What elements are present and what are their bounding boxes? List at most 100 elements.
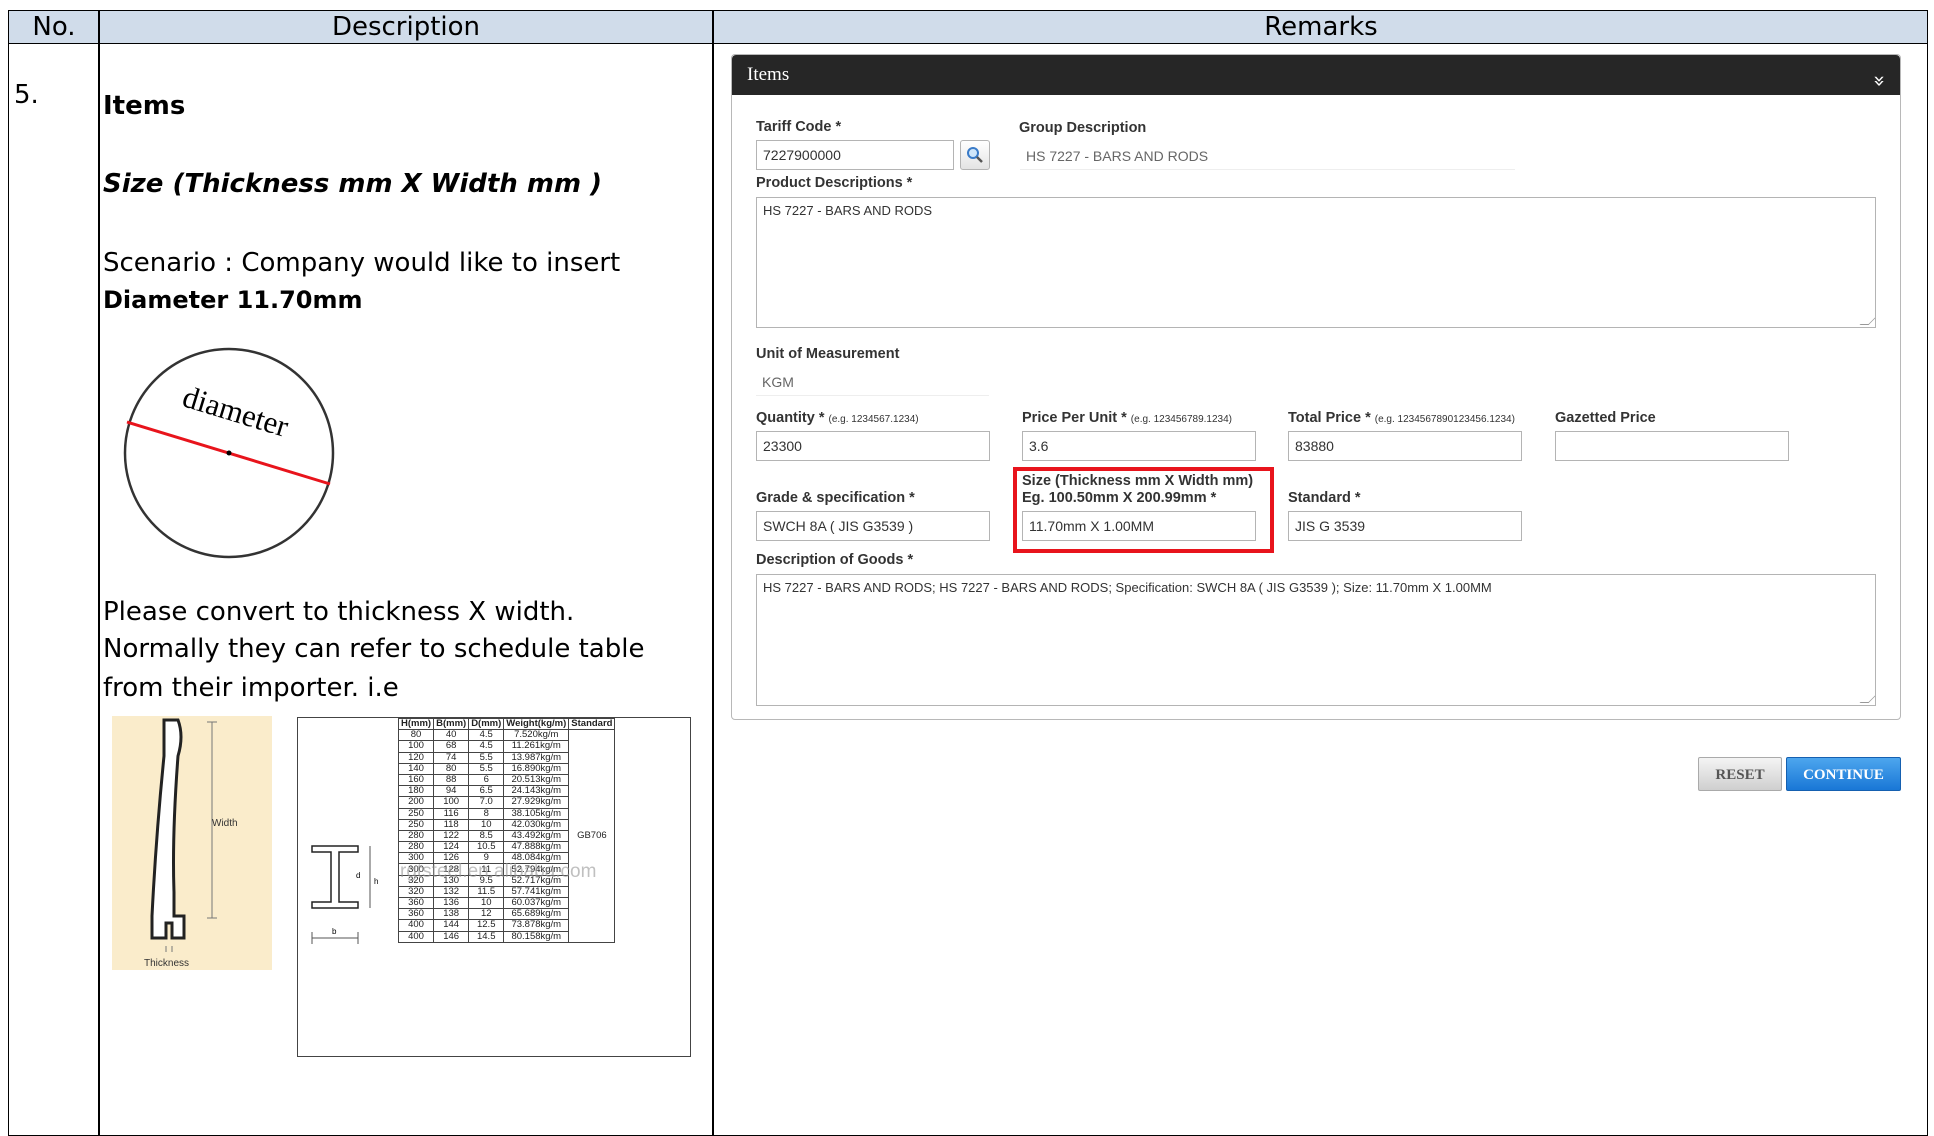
continue-button[interactable]: CONTINUE: [1786, 757, 1901, 791]
note-line-1: Please convert to thickness X width.: [103, 597, 575, 627]
svg-text:b: b: [332, 927, 337, 936]
table-cell: 140: [397, 762, 435, 775]
resize-grip-icon[interactable]: [1859, 694, 1875, 703]
table-cell: 118: [433, 818, 470, 831]
table-cell: 200: [397, 796, 435, 809]
table-cell: 360: [397, 896, 435, 910]
schedule-header-cell: D(mm): [468, 718, 505, 731]
search-button[interactable]: [960, 140, 990, 170]
standard-input[interactable]: JIS G 3539: [1288, 511, 1522, 541]
table-cell: 160: [397, 773, 435, 787]
reset-button[interactable]: RESET: [1698, 757, 1782, 791]
table-cell: 80: [433, 762, 470, 775]
panel-title: Items »: [732, 55, 1900, 95]
schedule-header-cell: B(mm): [433, 718, 470, 731]
table-cell: 400: [397, 930, 435, 943]
table-cell: 180: [397, 785, 435, 798]
table-cell: 400: [397, 919, 435, 932]
table-cell: 94: [433, 785, 470, 798]
description-of-goods-label: Description of Goods *: [756, 552, 914, 568]
tariff-code-input[interactable]: 7227900000: [756, 140, 954, 170]
total-price-input[interactable]: 83880: [1288, 431, 1522, 461]
table-cell: 73.878kg/m: [503, 919, 570, 932]
group-description-label: Group Description: [1019, 120, 1147, 136]
row-title: Items: [103, 91, 186, 121]
note-line-2: Normally they can refer to schedule tabl…: [103, 634, 645, 664]
table-cell: 6.5: [468, 785, 505, 798]
product-descriptions-textarea[interactable]: HS 7227 - BARS AND RODS: [756, 197, 1876, 328]
collapse-chevron-icon[interactable]: »: [1860, 75, 1900, 87]
table-cell: 120: [397, 751, 435, 764]
table-cell: 43.492kg/m: [503, 829, 570, 843]
header-description: Description: [331, 12, 481, 42]
table-cell: 124: [433, 841, 470, 854]
table-cell: 122: [433, 829, 470, 843]
table-cell: 144: [433, 919, 470, 932]
table-cell: 27.929kg/m: [503, 796, 570, 809]
size-highlight-box: [1013, 467, 1274, 553]
table-cell: 8.5: [468, 829, 505, 843]
svg-text:d: d: [356, 871, 360, 880]
description-of-goods-textarea[interactable]: HS 7227 - BARS AND RODS; HS 7227 - BARS …: [756, 574, 1876, 706]
schedule-header-cell: Weight(kg/m): [503, 718, 570, 731]
product-descriptions-label: Product Descriptions *: [756, 175, 913, 191]
profile-width-label: Width: [212, 818, 238, 829]
table-cell: 80.158kg/m: [503, 930, 570, 943]
table-cell: 6: [468, 773, 505, 787]
table-cell: 10.5: [468, 841, 505, 854]
table-cell: 68: [433, 740, 470, 753]
quantity-input[interactable]: 23300: [756, 431, 990, 461]
table-cell: 250: [397, 818, 435, 831]
table-cell: 10: [468, 896, 505, 910]
row-subtitle: Size (Thickness mm X Width mm ): [103, 169, 602, 199]
table-cell: 250: [397, 807, 435, 820]
table-cell: 80: [397, 729, 435, 742]
header-remarks: Remarks: [1264, 12, 1378, 42]
group-description-value: HS 7227 - BARS AND RODS: [1020, 142, 1515, 170]
unit-of-measurement-label: Unit of Measurement: [756, 346, 900, 362]
table-cell: 47.888kg/m: [503, 841, 570, 854]
search-icon: [967, 147, 983, 163]
schedule-header-cell: H(mm): [397, 718, 435, 731]
table-cell: 11.5: [468, 885, 505, 899]
table-cell: 16.890kg/m: [503, 762, 570, 775]
table-cell: 4.5: [468, 740, 505, 753]
table-cell: 20.513kg/m: [503, 773, 570, 787]
table-header: No. Description Remarks: [9, 11, 1927, 44]
note-line-3: from their importer. i.e: [103, 673, 399, 703]
price-per-unit-input[interactable]: 3.6: [1022, 431, 1256, 461]
scenario-text: Scenario : Company would like to insert: [103, 248, 621, 278]
table-cell: 5.5: [468, 762, 505, 775]
table-cell: 8: [468, 807, 505, 820]
table-cell: 4.5: [468, 729, 505, 742]
table-cell: 5.5: [468, 751, 505, 764]
schedule-table: H(mm) B(mm) D(mm) Weight(kg/m) Standard 80 40 4…: [397, 718, 616, 943]
grade-spec-input[interactable]: SWCH 8A ( JIS G3539 ): [756, 511, 990, 541]
standard-label: Standard *: [1288, 490, 1361, 506]
column-divider: [98, 11, 100, 1135]
tariff-code-label: Tariff Code *: [756, 119, 842, 135]
table-cell: 360: [397, 908, 435, 921]
table-cell: 10: [468, 818, 505, 831]
table-cell: 146: [433, 930, 470, 943]
table-cell: 11.261kg/m: [503, 740, 570, 753]
table-cell: 320: [397, 885, 435, 899]
quantity-label: Quantity * (e.g. 1234567.1234): [756, 410, 919, 426]
resize-grip-icon[interactable]: [1859, 316, 1875, 325]
product-descriptions-text: HS 7227 - BARS AND RODS: [763, 203, 933, 218]
table-cell: 65.689kg/m: [503, 908, 570, 921]
table-cell: 42.030kg/m: [503, 818, 570, 831]
schedule-table-image: h d b H(mm) B(mm) D(mm) Weight(kg/m) Standar…: [297, 717, 691, 1057]
i-beam-icon: h d b: [311, 845, 378, 944]
gazetted-price-label: Gazetted Price: [1555, 410, 1656, 426]
profile-thickness-label: Thickness: [144, 958, 189, 969]
scenario-diameter: Diameter 11.70mm: [103, 286, 363, 314]
table-cell: 7.520kg/m: [503, 729, 570, 742]
unit-of-measurement-value: KGM: [756, 368, 989, 396]
table-cell: 280: [397, 841, 435, 854]
panel-title-text: Items: [747, 64, 790, 85]
table-row: 80 40 4.5 7.520kg/m GB706: [397, 729, 616, 943]
standard-cell: GB706: [568, 729, 616, 943]
table-cell: 40: [433, 729, 470, 742]
gazetted-price-input[interactable]: [1555, 431, 1789, 461]
